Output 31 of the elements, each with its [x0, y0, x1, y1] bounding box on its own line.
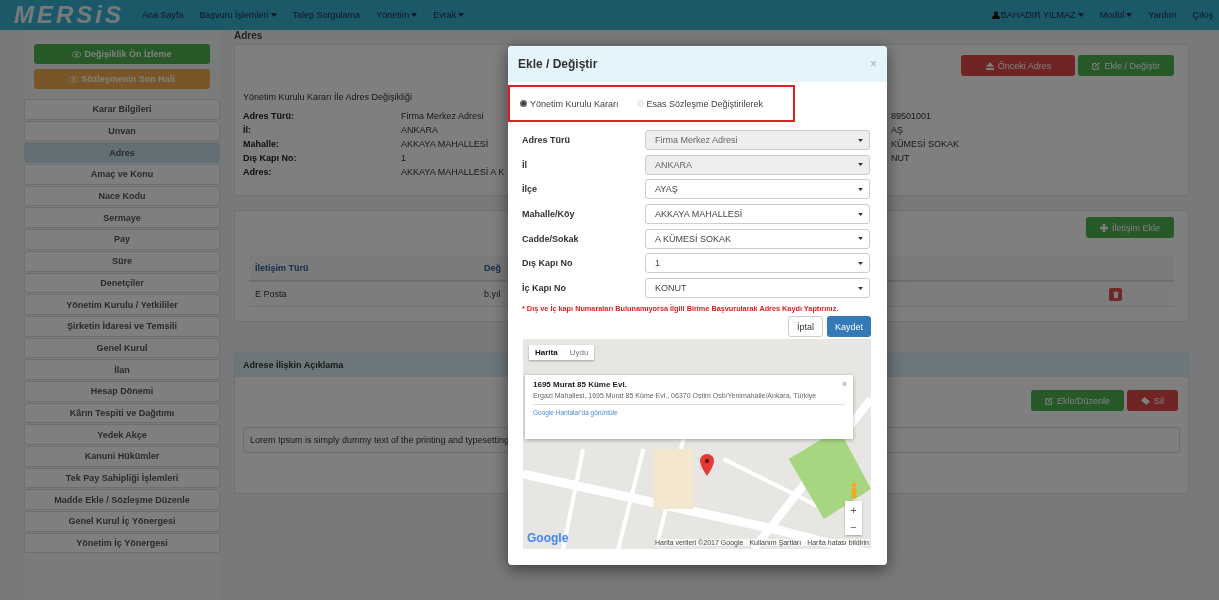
column-header: Değ — [484, 263, 501, 273]
field-label: İlçe — [522, 184, 538, 195]
detail-value: ANKARA — [401, 125, 438, 135]
field-label: Mahalle/Köy — [522, 209, 576, 220]
table-cell: b.yıl — [484, 289, 501, 299]
column-header: İletişim Türü — [255, 263, 310, 273]
map-logo: Google — [527, 531, 569, 546]
detail-value: NUT — [891, 153, 910, 163]
dialog-title: Ekle / Değiştir — [518, 57, 598, 71]
detail-label: Adres: — [243, 167, 272, 177]
detail-label: İl: — [243, 125, 251, 135]
table-cell-text: E Posta — [255, 289, 288, 299]
field-label: İç Kapı No — [522, 283, 567, 294]
detail-value: AKKAYA MAHALLESİ A K — [401, 167, 505, 177]
decision-subtitle: Yönetim Kurulu Kararı İle Adres Değişikliği — [243, 92, 414, 102]
detail-value: KÜMESİ SOKAK — [891, 139, 960, 149]
detail-value: 1 — [401, 153, 406, 163]
detail-label: Adres Türü: — [243, 111, 294, 121]
panel-title: Adrese İlişkin Açıklama — [243, 360, 344, 370]
detail-value: 89501001 — [891, 111, 932, 121]
field-label: İl — [522, 159, 528, 170]
page-heading: Adres — [234, 30, 264, 42]
field-label: Dış Kapı No — [522, 258, 574, 269]
detail-label: Mahalle: — [243, 139, 279, 149]
field-label: Cadde/Sokak — [522, 233, 580, 244]
detail-label: Dış Kapı No: — [243, 153, 297, 163]
field-label: Adres Türü — [522, 135, 571, 145]
detail-value: Firma Merkez Adresi — [401, 111, 484, 121]
detail-value: AŞ — [891, 125, 903, 135]
place-title: 1695 Murat 85 Küme Evl. — [533, 380, 627, 390]
detail-value: AKKAYA MAHALLESİ — [401, 139, 489, 149]
